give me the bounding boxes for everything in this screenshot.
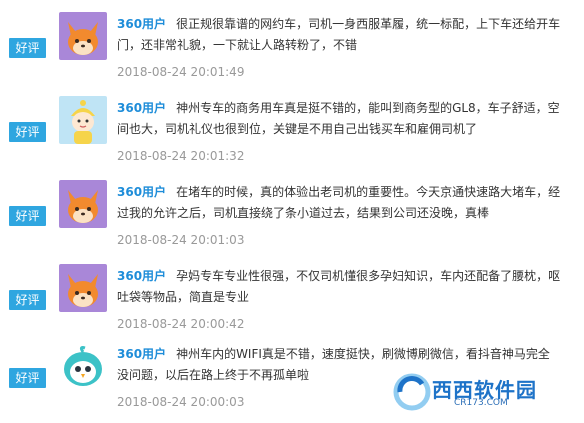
fox-avatar [59,12,107,60]
watermark-subtext: CR173.COM [454,398,508,408]
username[interactable]: 360用户 [117,185,166,199]
fox-avatar [59,180,107,228]
review-time: 2018-08-24 20:01:03 [117,233,245,247]
positive-badge: 好评 [9,206,46,226]
review-content: 360用户 孕妈专车专业性很强，不仅司机懂很多孕妇知识，车内还配备了腰枕，呕吐袋等… [117,266,561,308]
review-time: 2018-08-24 20:00:42 [117,317,245,331]
review-content: 360用户 很正规很靠谱的网约车，司机一身西服革履，统一标配，上下车还给开车门，还… [117,14,561,56]
review-text: 神州专车的商务用车真是挺不错的，能叫到商务型的GL8，车子舒适，空间也大，司机礼… [117,101,560,136]
review-item: 好评 360用户 孕妈专车专业性很强，不仅司机懂很多孕妇知识，车内还配备了腰枕，呕… [0,260,584,342]
review-time: 2018-08-24 20:01:32 [117,149,245,163]
username[interactable]: 360用户 [117,101,166,115]
watermark-logo: 西西软件园 CR173.COM [392,370,578,414]
positive-badge: 好评 [9,122,46,142]
review-item: 好评 360用户 很正规很靠谱的网约车，司机一身西服革履，统一标配，上下车还给开车… [0,8,584,90]
positive-badge: 好评 [9,290,46,310]
username[interactable]: 360用户 [117,347,166,361]
username[interactable]: 360用户 [117,269,166,283]
review-text: 孕妈专车专业性很强，不仅司机懂很多孕妇知识，车内还配备了腰枕，呕吐袋等物品，简直… [117,269,561,304]
review-time: 2018-08-24 20:01:49 [117,65,245,79]
review-time: 2018-08-24 20:00:03 [117,395,245,409]
review-item: 好评 360用户 在堵车的时候，真的体验出老司机的重要性。今天京通快速路大堵车，经… [0,176,584,258]
review-text: 在堵车的时候，真的体验出老司机的重要性。今天京通快速路大堵车，经过我的允许之后，… [117,185,561,220]
positive-badge: 好评 [9,368,46,388]
baby-avatar [59,96,107,144]
review-content: 360用户 神州专车的商务用车真是挺不错的，能叫到商务型的GL8，车子舒适，空间也… [117,98,561,140]
review-content: 360用户 在堵车的时候，真的体验出老司机的重要性。今天京通快速路大堵车，经过我的… [117,182,561,224]
fox-avatar [59,264,107,312]
username[interactable]: 360用户 [117,17,166,31]
review-item: 好评 360用户 神州专车的商务用车真是挺不错的，能叫到商务型的GL8，车子舒适，… [0,92,584,174]
review-text: 很正规很靠谱的网约车，司机一身西服革履，统一标配，上下车还给开车门，还非常礼貌，… [117,17,561,52]
swirl-logo-icon [393,373,431,411]
bird-avatar [59,342,107,390]
positive-badge: 好评 [9,38,46,58]
